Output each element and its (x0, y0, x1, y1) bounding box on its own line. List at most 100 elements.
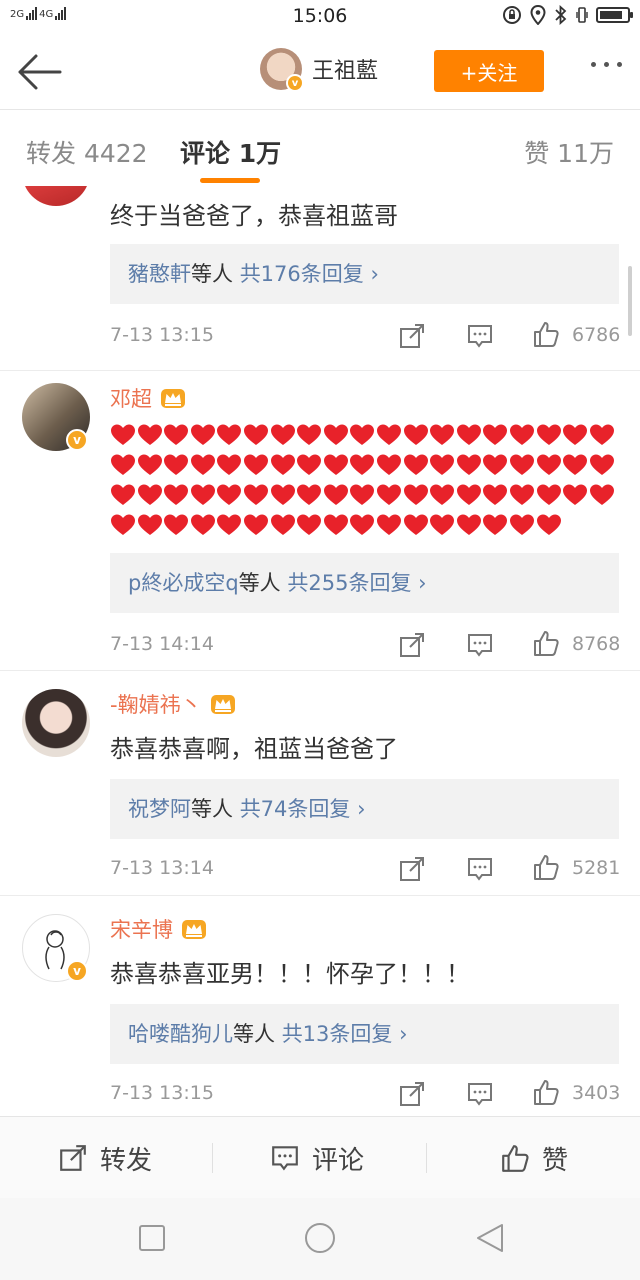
reply-mid: 等人 (238, 571, 281, 595)
reply-mid: 等人 (191, 262, 233, 286)
like-icon[interactable] (532, 320, 560, 348)
repost-button[interactable]: 转发 (58, 1117, 152, 1199)
repost-icon[interactable] (398, 1080, 426, 1108)
heart-icon (536, 424, 561, 445)
like-icon[interactable] (532, 1078, 560, 1106)
heart-icon (323, 454, 348, 475)
verified-badge-icon: v (66, 960, 88, 982)
like-count: 6786 (572, 324, 621, 346)
repost-icon[interactable] (398, 855, 426, 883)
rotation-lock-icon (503, 6, 521, 24)
reply-names[interactable]: 祝梦阿 (128, 797, 191, 821)
commenter-name-row: 宋辛博 (110, 914, 207, 944)
location-icon (530, 5, 546, 25)
follow-button[interactable]: +关注 (434, 50, 544, 92)
heart-icon (536, 454, 561, 475)
battery-icon (596, 7, 633, 23)
crown-icon (210, 695, 235, 714)
heart-icon (217, 454, 242, 475)
vibrate-icon (576, 7, 588, 23)
commenter-name-row: -鞠婧祎丶 (110, 689, 236, 719)
tab-likes[interactable]: 赞 11万 (524, 134, 614, 170)
commenter-avatar[interactable] (22, 186, 90, 206)
author-name[interactable]: 王祖藍 (312, 53, 378, 85)
replies-summary[interactable]: 哈喽酷狗儿等人 共13条回复 › (110, 1004, 619, 1064)
reply-names[interactable]: 哈喽酷狗儿 (128, 1022, 233, 1046)
heart-icon (243, 514, 268, 535)
like-button[interactable]: 赞 (500, 1117, 568, 1199)
commenter-name[interactable]: -鞠婧祎丶 (110, 689, 202, 719)
replies-summary[interactable]: p終必成空q等人 共255条回复 › (110, 553, 619, 613)
heart-icon (190, 424, 215, 445)
like-icon[interactable] (532, 629, 560, 657)
heart-icon (270, 514, 295, 535)
heart-icon (589, 454, 614, 475)
chevron-right-icon: › (350, 797, 366, 821)
reply-mid: 等人 (191, 797, 233, 821)
heart-icon (137, 514, 162, 535)
divider (212, 1143, 213, 1173)
commenter-name[interactable]: 宋辛博 (110, 914, 173, 944)
commenter-name[interactable]: 邓超 (110, 383, 152, 413)
chevron-right-icon: › (392, 1022, 408, 1046)
repost-icon[interactable] (398, 322, 426, 350)
heart-icon (111, 484, 135, 505)
comment-icon[interactable] (466, 322, 494, 350)
reply-count[interactable]: 共74条回复 (240, 797, 351, 821)
heart-icon (430, 454, 455, 475)
comment-icon[interactable] (466, 855, 494, 883)
active-tab-indicator (200, 178, 260, 183)
heart-icon (111, 454, 135, 475)
comment-item: 终于当爸爸了，恭喜祖蓝哥 豬憨軒等人 共176条回复 › 7-13 13:15 … (0, 186, 640, 371)
back-arrow-icon[interactable] (14, 52, 64, 92)
back-triangle-icon[interactable] (472, 1220, 508, 1256)
reply-names[interactable]: 豬憨軒 (128, 262, 191, 286)
crown-icon (161, 389, 185, 408)
replies-summary[interactable]: 豬憨軒等人 共176条回复 › (110, 244, 619, 304)
comment-feed[interactable]: 终于当爸爸了，恭喜祖蓝哥 豬憨軒等人 共176条回复 › 7-13 13:15 … (0, 186, 640, 1116)
comment-icon (272, 1146, 298, 1171)
heart-icon (403, 424, 428, 445)
tab-comments[interactable]: 评论 1万 (180, 134, 281, 170)
reply-names[interactable]: p終必成空q (128, 571, 239, 595)
comment-button[interactable]: 评论 (270, 1117, 364, 1199)
comment-icon[interactable] (466, 1080, 494, 1108)
reply-count[interactable]: 共255条回复 (287, 571, 411, 595)
repost-icon[interactable] (398, 631, 426, 659)
heart-icon (323, 514, 348, 535)
heart-icon (243, 424, 268, 445)
post-author[interactable]: v 王祖藍 (260, 48, 378, 92)
heart-icon (403, 484, 428, 505)
commenter-name-row: 邓超 (110, 383, 186, 413)
heart-icon (403, 514, 428, 535)
author-avatar[interactable]: v (260, 48, 304, 92)
heart-icon (456, 514, 481, 535)
heart-icon (297, 454, 322, 475)
heart-icon (483, 454, 508, 475)
heart-icon (589, 424, 614, 445)
heart-icon (456, 424, 481, 445)
heart-icon (509, 484, 534, 505)
replies-summary[interactable]: 祝梦阿等人 共74条回复 › (110, 779, 619, 839)
like-count: 5281 (572, 857, 621, 879)
heart-icon (376, 454, 401, 475)
tab-reposts[interactable]: 转发 4422 (26, 134, 148, 170)
more-options-icon[interactable] (591, 62, 622, 67)
heart-icon (456, 454, 481, 475)
heart-icon (456, 484, 481, 505)
like-count: 8768 (572, 633, 621, 655)
reply-count[interactable]: 共176条回复 (240, 262, 364, 286)
recent-apps-icon[interactable] (134, 1220, 170, 1256)
heart-icon (111, 514, 135, 535)
comment-item: v 邓超 p終必成空q等人 共255条回复 › 7-13 14:14 8768 (0, 371, 640, 671)
comment-icon[interactable] (466, 631, 494, 659)
reply-mid: 等人 (233, 1022, 275, 1046)
heart-icon (483, 514, 508, 535)
home-icon[interactable] (302, 1220, 338, 1256)
heart-icon (323, 484, 348, 505)
heart-icon (217, 424, 242, 445)
heart-icon (563, 424, 588, 445)
commenter-avatar[interactable] (22, 689, 90, 757)
like-icon[interactable] (532, 853, 560, 881)
reply-count[interactable]: 共13条回复 (282, 1022, 393, 1046)
